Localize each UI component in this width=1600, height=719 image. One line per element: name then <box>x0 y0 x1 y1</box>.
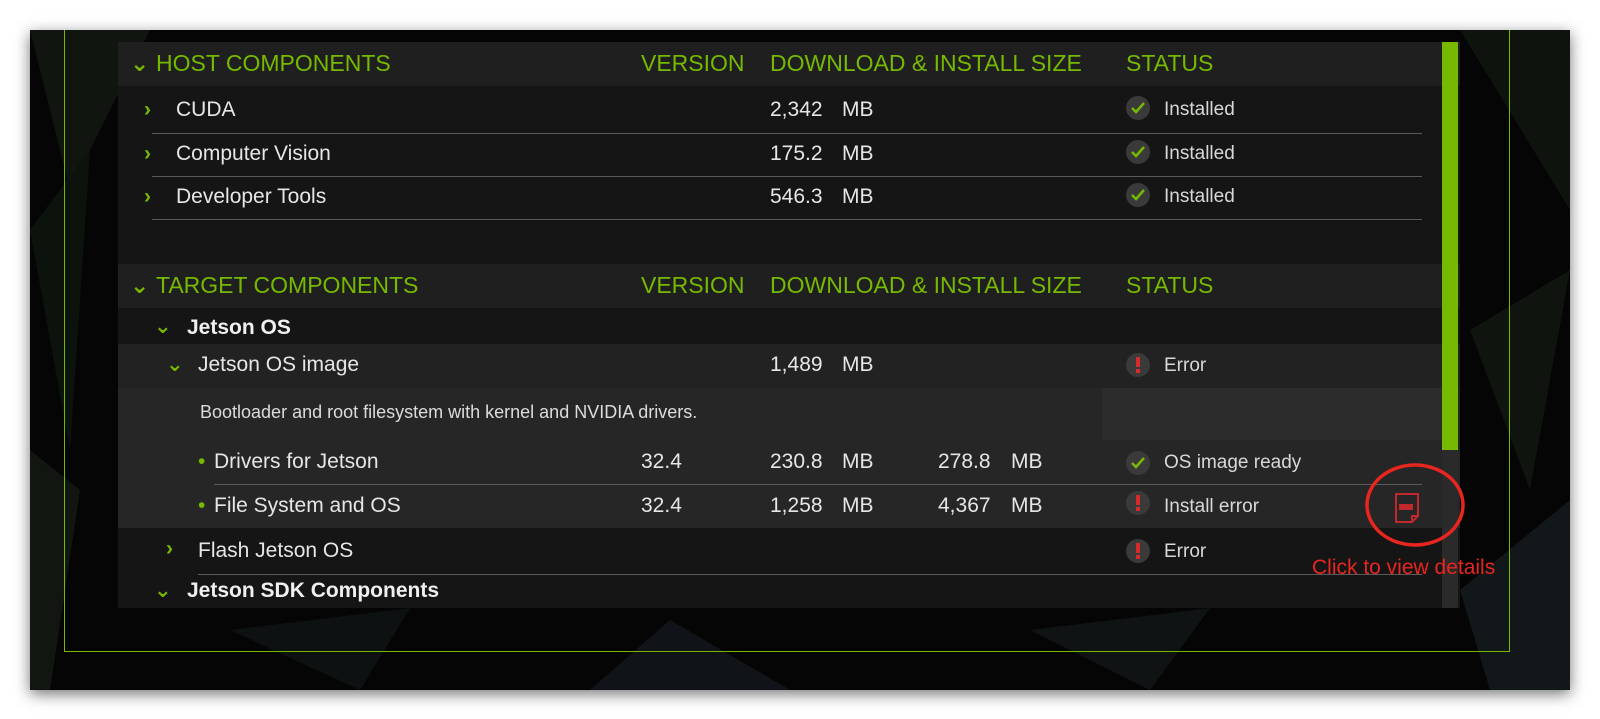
exclamation-icon <box>1126 353 1150 377</box>
jetson-os-group[interactable]: ⌄ Jetson OS <box>118 312 1460 344</box>
sub-item-drivers-for-jetson[interactable]: • Drivers for Jetson 32.4 230.8 MB 278.8… <box>118 442 1460 484</box>
host-components-header[interactable]: ⌄ HOST COMPONENTS VERSION DOWNLOAD & INS… <box>118 42 1460 86</box>
component-name: File System and OS <box>214 494 401 517</box>
size-unit: MB <box>842 98 874 121</box>
download-unit: MB <box>842 450 874 473</box>
component-name: Computer Vision <box>176 142 331 165</box>
scrollbar-thumb[interactable] <box>1442 42 1458 450</box>
size-unit: MB <box>842 353 874 376</box>
row-divider <box>152 176 1422 177</box>
exclamation-icon <box>1126 491 1150 515</box>
description-status-cell <box>1102 388 1442 440</box>
component-name: Drivers for Jetson <box>214 450 379 473</box>
chevron-down-icon[interactable]: ⌄ <box>130 272 149 299</box>
checkmark-icon <box>1126 140 1150 164</box>
row-divider <box>152 133 1422 134</box>
component-name: Developer Tools <box>176 185 327 208</box>
status-text: Installed <box>1164 143 1235 164</box>
install-size: 278.8 <box>938 450 991 473</box>
target-components-title: TARGET COMPONENTS <box>156 272 419 298</box>
chevron-right-icon[interactable]: › <box>144 98 151 122</box>
install-unit: MB <box>1011 450 1043 473</box>
row-divider <box>152 219 1422 220</box>
sub-item-file-system-and-os[interactable]: • File System and OS 32.4 1,258 MB 4,367… <box>118 486 1460 528</box>
host-components-title: HOST COMPONENTS <box>156 50 391 76</box>
component-version: 32.4 <box>641 494 682 517</box>
status-text: Installed <box>1164 186 1235 207</box>
component-name: Jetson OS image <box>198 353 360 376</box>
version-column-header: VERSION <box>641 272 745 298</box>
status-text: Error <box>1164 355 1207 376</box>
jetson-os-image-row[interactable]: ⌄ Jetson OS image 1,489 MB Error <box>118 344 1460 388</box>
target-components-header[interactable]: ⌄ TARGET COMPONENTS VERSION DOWNLOAD & I… <box>118 264 1460 308</box>
highlight-circle <box>1365 463 1465 547</box>
chevron-down-icon[interactable]: ⌄ <box>130 50 149 77</box>
bullet: • <box>198 494 206 517</box>
download-unit: MB <box>842 494 874 517</box>
status-text: Error <box>1164 541 1207 562</box>
annotation-text: Click to view details <box>1312 556 1496 579</box>
checkmark-icon <box>1126 96 1150 120</box>
host-row-developer-tools[interactable]: › Developer Tools 546.3 MB Installed <box>118 181 1460 221</box>
exclamation-icon <box>1126 539 1150 563</box>
component-size: 175.2 <box>770 142 823 165</box>
host-row-cuda[interactable]: › CUDA 2,342 MB Installed <box>118 94 1460 134</box>
group-label: Jetson SDK Components <box>187 579 440 602</box>
checkmark-icon <box>1126 183 1150 207</box>
row-divider <box>198 574 1422 575</box>
status-column-header: STATUS <box>1126 272 1214 298</box>
group-label: Jetson OS <box>187 316 291 339</box>
size-unit: MB <box>842 142 874 165</box>
status-text: Installed <box>1164 99 1235 120</box>
status-text: OS image ready <box>1164 452 1302 473</box>
jetson-sdk-components-group[interactable]: ⌄ Jetson SDK Components <box>118 576 1460 608</box>
version-column-header: VERSION <box>641 50 745 76</box>
host-row-computer-vision[interactable]: › Computer Vision 175.2 MB Installed <box>118 138 1460 178</box>
status-column-header: STATUS <box>1126 50 1214 76</box>
size-column-header: DOWNLOAD & INSTALL SIZE <box>770 272 1082 298</box>
checkmark-icon <box>1126 451 1150 475</box>
install-unit: MB <box>1011 494 1043 517</box>
install-size: 4,367 <box>938 494 991 517</box>
component-size: 1,489 <box>770 353 823 376</box>
chevron-down-icon[interactable]: ⌄ <box>154 578 172 603</box>
row-divider <box>214 484 1422 485</box>
chevron-right-icon[interactable]: › <box>144 185 151 209</box>
os-image-description: Bootloader and root filesystem with kern… <box>200 402 698 422</box>
bullet: • <box>198 450 206 473</box>
chevron-down-icon[interactable]: ⌄ <box>154 314 172 339</box>
component-name: CUDA <box>176 98 236 121</box>
size-unit: MB <box>842 185 874 208</box>
chevron-down-icon[interactable]: ⌄ <box>166 352 184 377</box>
component-version: 32.4 <box>641 450 682 473</box>
os-image-description-row: Bootloader and root filesystem with kern… <box>118 388 1460 440</box>
flash-jetson-os-row[interactable]: › Flash Jetson OS Error <box>118 532 1460 572</box>
component-size: 546.3 <box>770 185 823 208</box>
chevron-right-icon[interactable]: › <box>166 537 173 561</box>
component-name: Flash Jetson OS <box>198 539 354 562</box>
download-size: 230.8 <box>770 450 823 473</box>
status-text: Install error <box>1164 496 1260 517</box>
chevron-right-icon[interactable]: › <box>144 142 151 166</box>
size-column-header: DOWNLOAD & INSTALL SIZE <box>770 50 1082 76</box>
download-size: 1,258 <box>770 494 823 517</box>
component-size: 2,342 <box>770 98 823 121</box>
